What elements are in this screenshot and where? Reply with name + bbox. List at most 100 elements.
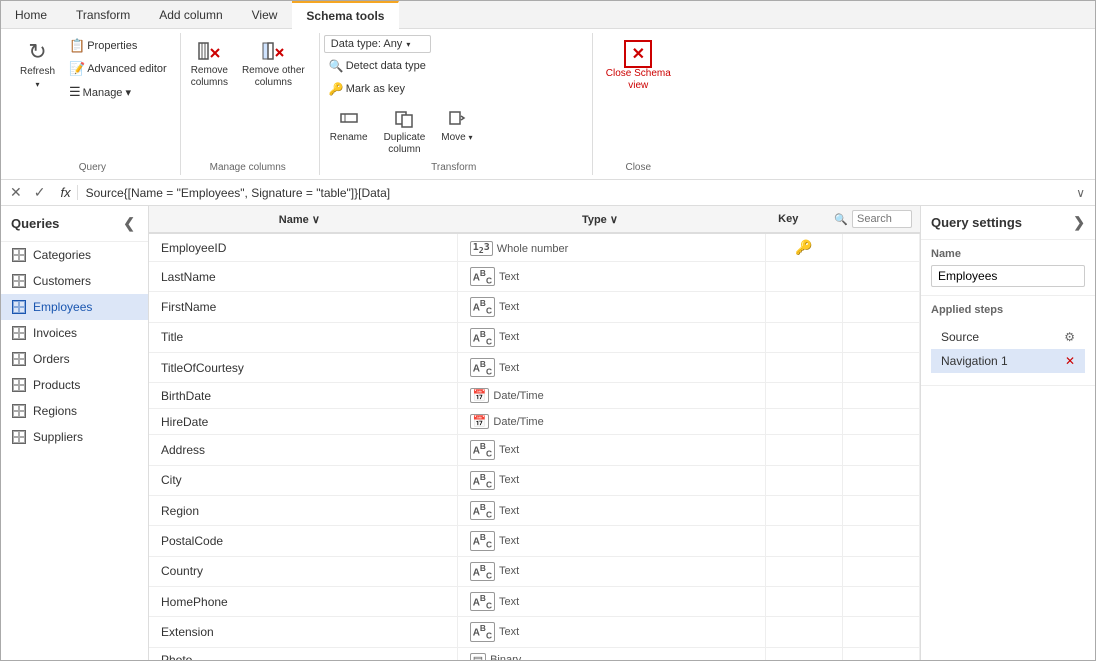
table-row[interactable]: Photo▤ Binary xyxy=(149,647,920,660)
step-label-navigation-1: Navigation 1 xyxy=(941,354,1061,368)
step-gear-source[interactable]: ⚙ xyxy=(1064,330,1075,344)
cell-name-2: FirstName xyxy=(149,292,457,322)
tab-schema-tools[interactable]: Schema tools xyxy=(292,1,399,29)
sidebar-item-label-employees: Employees xyxy=(33,300,92,314)
transform-group-label: Transform xyxy=(324,160,584,175)
sidebar-item-categories[interactable]: Categories xyxy=(1,242,148,268)
right-panel-expand-button[interactable]: ❯ xyxy=(1073,214,1085,231)
step-close-navigation-1[interactable]: ✕ xyxy=(1065,354,1075,368)
cell-type-6: 📅 Date/Time xyxy=(457,409,765,435)
sidebar-item-label-suppliers: Suppliers xyxy=(33,430,83,444)
tab-view[interactable]: View xyxy=(238,1,293,28)
formula-input[interactable] xyxy=(84,184,1067,202)
refresh-button[interactable]: ↻ Refresh ▾ xyxy=(13,35,62,94)
tab-transform[interactable]: Transform xyxy=(62,1,145,28)
properties-button[interactable]: 📋 Properties xyxy=(64,35,172,57)
table-row[interactable]: RegionABC Text xyxy=(149,495,920,525)
remove-other-columns-button[interactable]: Remove othercolumns xyxy=(236,35,311,93)
move-button[interactable]: Move ▾ xyxy=(435,102,478,148)
search-cell: 🔍 xyxy=(826,206,920,233)
ribbon-group-close: ✕ Close Schemaview Close xyxy=(593,33,688,175)
cancel-formula-button[interactable]: ✕ xyxy=(7,183,25,202)
cell-type-3: ABC Text xyxy=(457,322,765,352)
app-container: HomeTransformAdd columnViewSchema tools … xyxy=(0,0,1096,661)
table-row[interactable]: CountryABC Text xyxy=(149,556,920,586)
sidebar-collapse-button[interactable]: ❮ xyxy=(120,214,138,233)
data-type-button[interactable]: Data type: Any ▾ xyxy=(324,35,431,53)
detect-data-type-button[interactable]: 🔍 Detect data type xyxy=(324,56,431,76)
query-settings-title: Query settings xyxy=(931,215,1022,230)
table-row[interactable]: TitleOfCourtesyABC Text xyxy=(149,352,920,382)
cell-type-8: ABC Text xyxy=(457,465,765,495)
key-indicator: 🔑 xyxy=(795,239,812,255)
advanced-editor-button[interactable]: 📝 Advanced editor xyxy=(64,58,172,80)
table-icon-products xyxy=(11,377,27,393)
search-input[interactable] xyxy=(852,210,912,228)
cell-key-11 xyxy=(765,556,842,586)
cell-type-12: ABC Text xyxy=(457,586,765,616)
schema-scroll-container[interactable]: EmployeeID123 Whole number🔑LastNameABC T… xyxy=(149,234,920,660)
cell-type-7: ABC Text xyxy=(457,435,765,465)
remove-columns-button[interactable]: Removecolumns xyxy=(185,35,234,93)
table-row[interactable]: HireDate📅 Date/Time xyxy=(149,409,920,435)
manage-icon: ☰ xyxy=(69,84,81,100)
tab-bar: HomeTransformAdd columnViewSchema tools xyxy=(1,1,1095,29)
data-type-arrow: ▾ xyxy=(406,40,410,49)
sidebar-item-customers[interactable]: Customers xyxy=(1,268,148,294)
close-schema-view-button[interactable]: ✕ Close Schemaview xyxy=(597,35,680,97)
confirm-formula-button[interactable]: ✓ xyxy=(31,183,49,202)
col-header-key: Key xyxy=(750,206,826,233)
key-icon: 🔑 xyxy=(329,82,344,96)
cell-name-0: EmployeeID xyxy=(149,234,457,262)
refresh-icon: ↻ xyxy=(26,40,50,64)
cell-key-8 xyxy=(765,465,842,495)
properties-label: Properties xyxy=(87,40,137,52)
table-row[interactable]: FirstNameABC Text xyxy=(149,292,920,322)
sidebar-item-orders[interactable]: Orders xyxy=(1,346,148,372)
rename-button[interactable]: Rename xyxy=(324,102,374,148)
ribbon-content: ↻ Refresh ▾ 📋 Properties 📝 Advanced edit… xyxy=(1,29,1095,179)
table-row[interactable]: ExtensionABC Text xyxy=(149,617,920,647)
cell-key-13 xyxy=(765,617,842,647)
sidebar-item-regions[interactable]: Regions xyxy=(1,398,148,424)
schema-table: EmployeeID123 Whole number🔑LastNameABC T… xyxy=(149,234,920,660)
duplicate-column-button[interactable]: Duplicatecolumn xyxy=(378,102,432,160)
mark-as-key-button[interactable]: 🔑 Mark as key xyxy=(324,79,431,99)
table-row[interactable]: LastNameABC Text xyxy=(149,262,920,292)
cell-name-12: HomePhone xyxy=(149,586,457,616)
step-item-source[interactable]: Source⚙ xyxy=(931,325,1085,349)
refresh-label: Refresh xyxy=(20,66,55,78)
table-header-row: Name ∨ Type ∨ Key 🔍 xyxy=(149,206,920,234)
sidebar-item-suppliers[interactable]: Suppliers xyxy=(1,424,148,450)
table-row[interactable]: BirthDate📅 Date/Time xyxy=(149,383,920,409)
cell-type-9: ABC Text xyxy=(457,495,765,525)
sidebar-item-employees[interactable]: Employees xyxy=(1,294,148,320)
properties-icon: 📋 xyxy=(69,38,85,54)
tab-home[interactable]: Home xyxy=(1,1,62,28)
advanced-editor-label: Advanced editor xyxy=(87,63,167,75)
table-row[interactable]: HomePhoneABC Text xyxy=(149,586,920,616)
sidebar-item-label-customers: Customers xyxy=(33,274,91,288)
cell-key-9 xyxy=(765,495,842,525)
cell-name-3: Title xyxy=(149,322,457,352)
query-name-section: Name xyxy=(921,240,1095,296)
step-item-navigation-1[interactable]: Navigation 1 ✕ xyxy=(931,349,1085,373)
cell-name-14: Photo xyxy=(149,647,457,660)
ribbon: HomeTransformAdd columnViewSchema tools … xyxy=(1,1,1095,180)
data-type-label: Data type: Any xyxy=(331,38,403,50)
table-row[interactable]: EmployeeID123 Whole number🔑 xyxy=(149,234,920,262)
cell-name-5: BirthDate xyxy=(149,383,457,409)
manage-button[interactable]: ☰ Manage ▾ xyxy=(64,81,172,103)
query-name-input[interactable] xyxy=(931,265,1085,287)
formula-expand-button[interactable]: ∨ xyxy=(1072,185,1089,201)
right-panel: Query settings ❯ Name Applied steps Sour… xyxy=(920,206,1095,660)
rename-label: Rename xyxy=(330,132,368,144)
table-row[interactable]: TitleABC Text xyxy=(149,322,920,352)
table-row[interactable]: PostalCodeABC Text xyxy=(149,526,920,556)
table-row[interactable]: CityABC Text xyxy=(149,465,920,495)
manage-label: Manage ▾ xyxy=(83,86,131,99)
sidebar-item-invoices[interactable]: Invoices xyxy=(1,320,148,346)
sidebar-item-products[interactable]: Products xyxy=(1,372,148,398)
tab-add-column[interactable]: Add column xyxy=(145,1,237,28)
table-row[interactable]: AddressABC Text xyxy=(149,435,920,465)
